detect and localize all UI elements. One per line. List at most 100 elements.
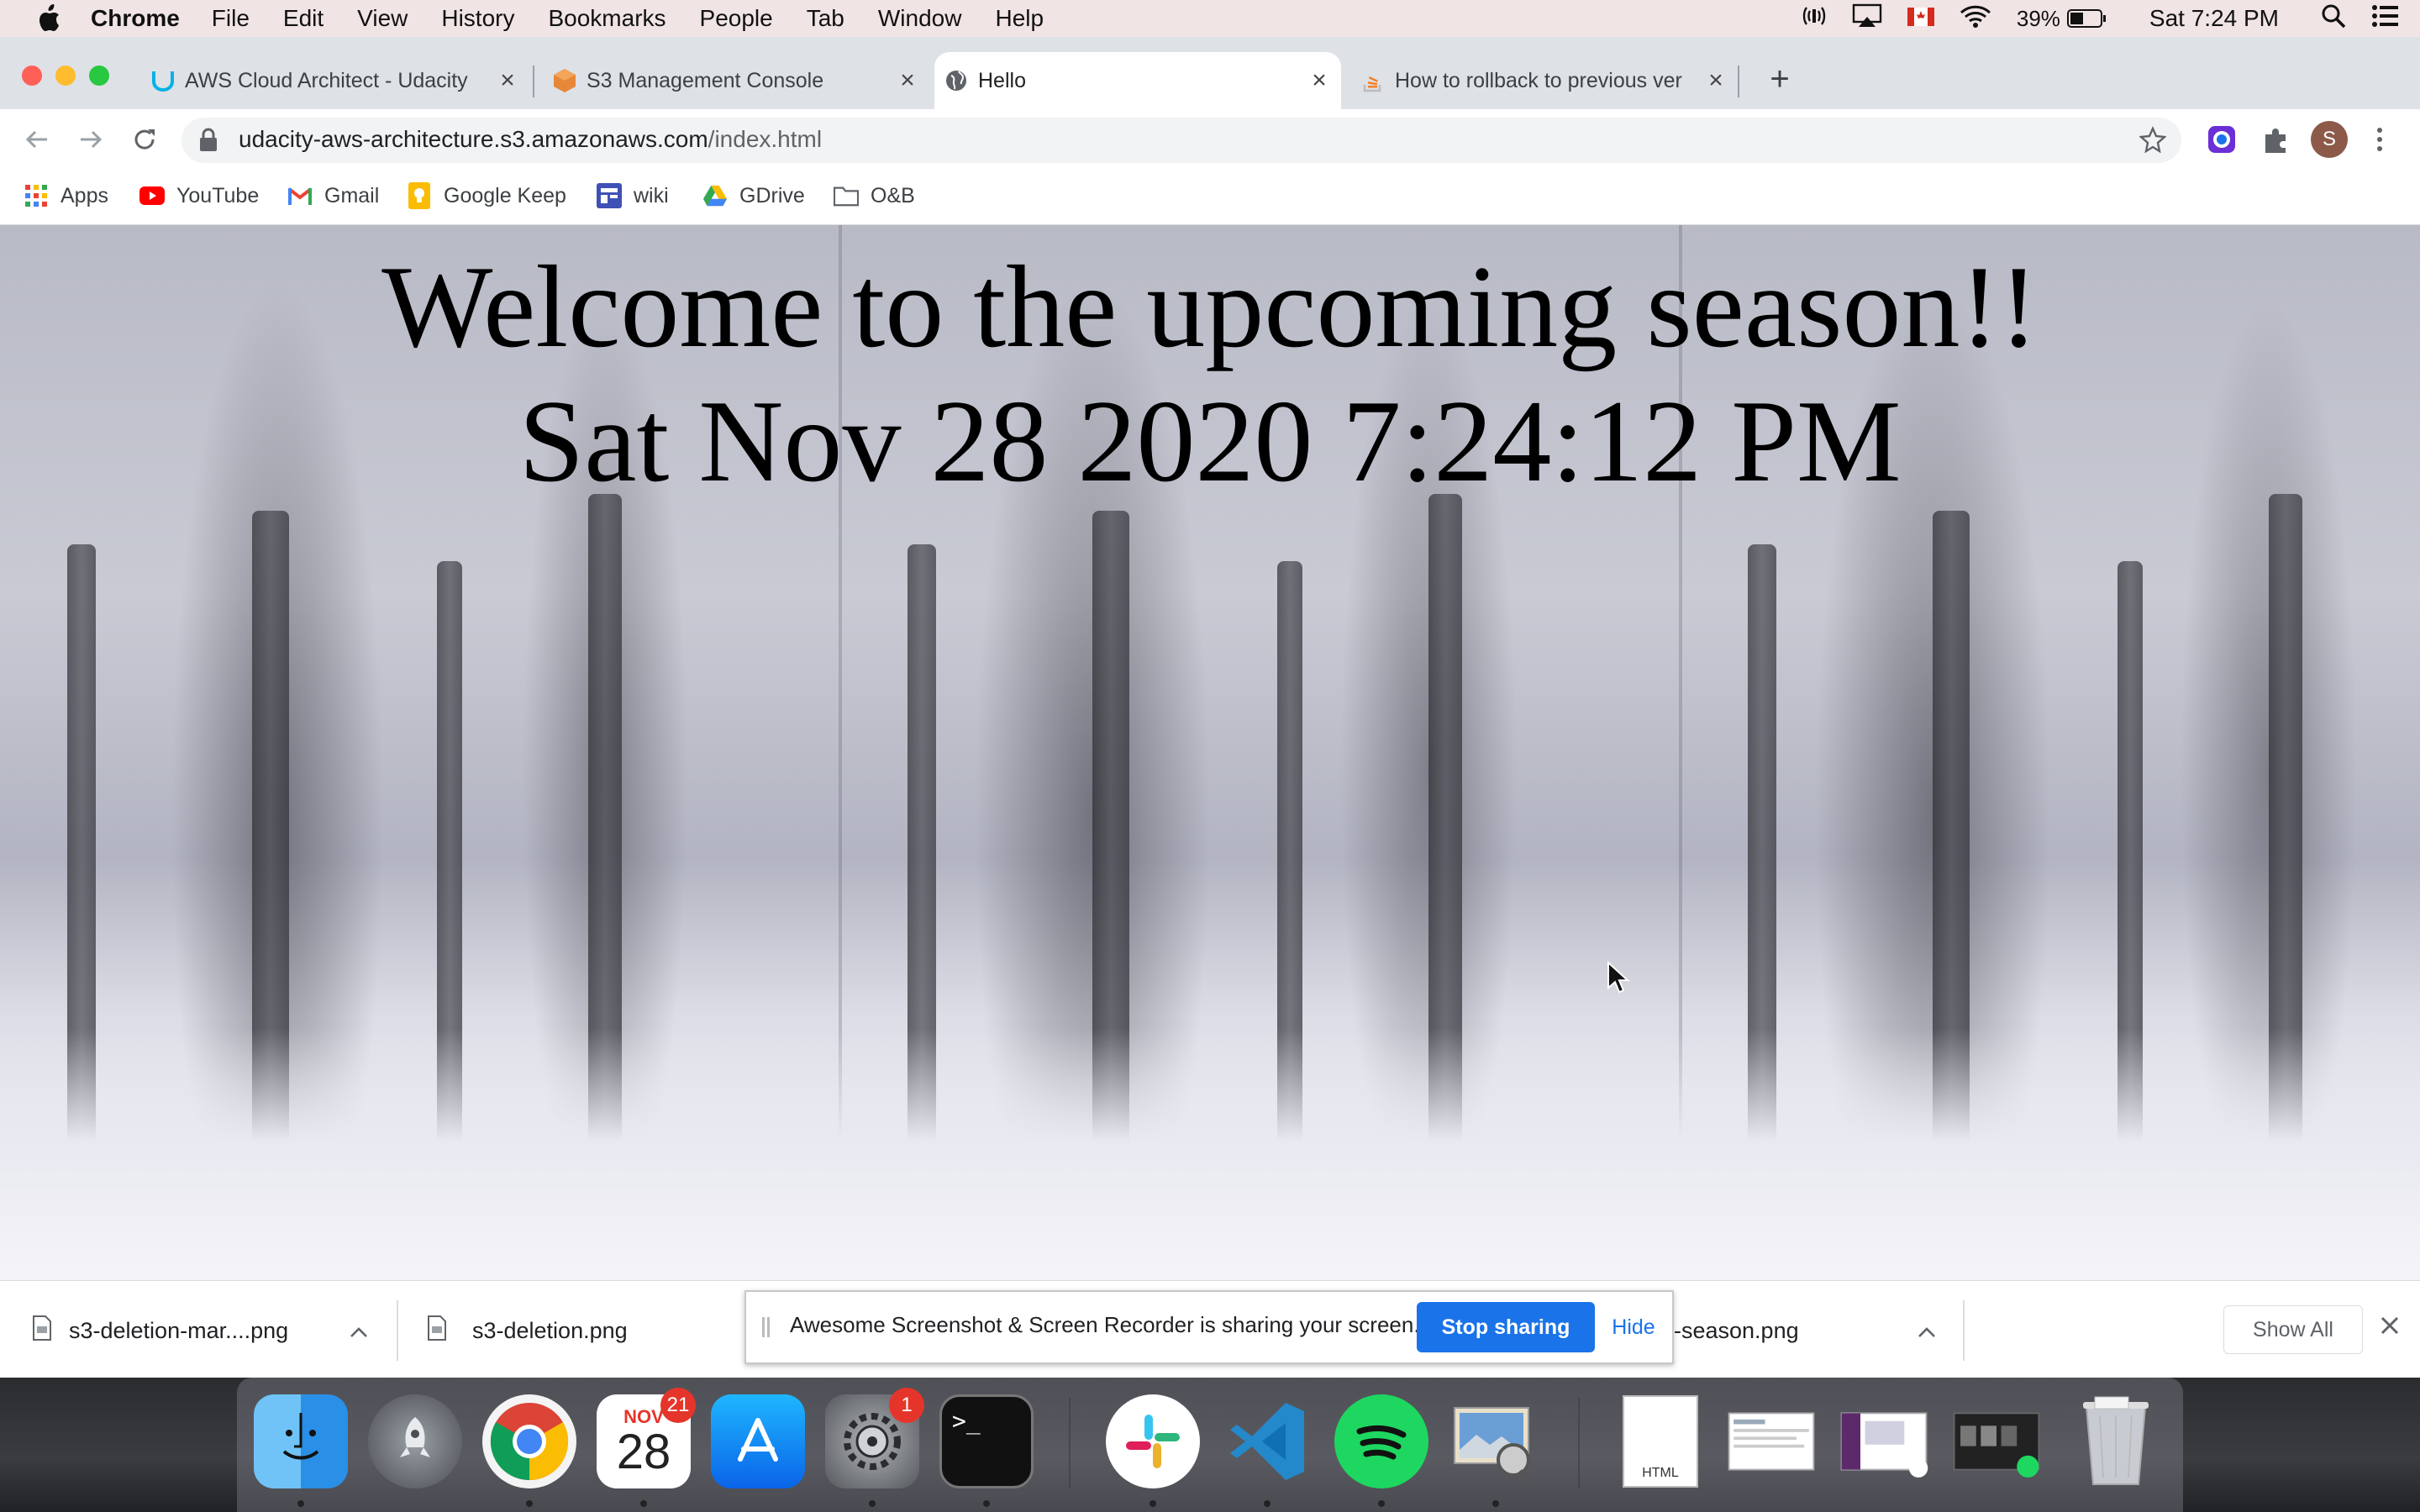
- menu-help[interactable]: Help: [995, 5, 1044, 32]
- menu-file[interactable]: File: [212, 5, 250, 32]
- tab-s3-management-console[interactable]: S3 Management Console ×: [543, 52, 929, 109]
- chevron-up-icon[interactable]: [1918, 1318, 1936, 1344]
- spotify-icon[interactable]: [1334, 1394, 1428, 1488]
- menu-tab[interactable]: Tab: [807, 5, 844, 32]
- menu-people[interactable]: People: [700, 5, 773, 32]
- notification-center-icon[interactable]: [2371, 4, 2400, 34]
- battery-indicator[interactable]: 39%: [2017, 6, 2107, 32]
- page-heading: Welcome to the upcoming season!!: [381, 242, 2039, 372]
- running-indicator: [526, 1500, 533, 1507]
- bookmark-youtube[interactable]: YouTube: [139, 178, 259, 213]
- screenshots-stack-icon[interactable]: [1724, 1394, 1818, 1488]
- extensions-puzzle-icon[interactable]: [2260, 124, 2291, 159]
- calendar-badge: 21: [660, 1388, 696, 1423]
- menu-clock[interactable]: Sat 7:24 PM: [2149, 5, 2279, 32]
- menu-edit[interactable]: Edit: [283, 5, 324, 32]
- slack-icon[interactable]: [1106, 1394, 1200, 1488]
- hide-banner-button[interactable]: Hide: [1610, 1302, 1657, 1352]
- chrome-menu-kebab-icon[interactable]: [2373, 124, 2386, 159]
- reload-icon[interactable]: [129, 124, 160, 159]
- stop-sharing-button[interactable]: Stop sharing: [1417, 1302, 1595, 1352]
- snow-ground: [0, 1028, 2420, 1280]
- download-item[interactable]: s3-deletion.png: [427, 1300, 729, 1361]
- html-file-icon[interactable]: HTML: [1613, 1394, 1707, 1488]
- globe-icon: [943, 67, 970, 94]
- close-download-shelf-icon[interactable]: [2380, 1315, 2400, 1340]
- udacity-icon: [150, 67, 176, 94]
- tab-separator: [1738, 66, 1739, 97]
- screenshot-thumbnail-icon[interactable]: [1837, 1394, 1931, 1488]
- running-indicator: [1264, 1500, 1270, 1507]
- bookmark-folder-ob[interactable]: O&B: [834, 178, 915, 213]
- menu-bookmarks[interactable]: Bookmarks: [548, 5, 666, 32]
- running-indicator: [1150, 1500, 1156, 1507]
- show-all-downloads-button[interactable]: Show All: [2223, 1305, 2363, 1354]
- trash-icon[interactable]: [2069, 1394, 2163, 1488]
- battery-percent: 39%: [2016, 5, 2060, 31]
- back-arrow-icon[interactable]: [22, 124, 52, 159]
- download-separator: [1963, 1300, 1965, 1361]
- tab-hello[interactable]: Hello ×: [934, 52, 1341, 109]
- file-image-icon: [32, 1315, 52, 1347]
- tab-close-icon[interactable]: ×: [497, 66, 518, 94]
- new-tab-plus-icon[interactable]: +: [1763, 60, 1797, 97]
- menu-view[interactable]: View: [357, 5, 408, 32]
- calendar-day: 28: [616, 1425, 671, 1479]
- launchpad-icon[interactable]: [368, 1394, 462, 1488]
- preview-icon[interactable]: [1449, 1394, 1543, 1488]
- running-indicator: [983, 1500, 990, 1507]
- youtube-icon: [139, 183, 165, 208]
- tab-label: S3 Management Console: [587, 68, 824, 92]
- chrome-icon[interactable]: [482, 1394, 576, 1488]
- broadcast-icon[interactable]: [1802, 4, 1827, 34]
- lock-icon[interactable]: [198, 128, 218, 157]
- bookmark-gmail[interactable]: Gmail: [287, 178, 379, 213]
- app-store-icon[interactable]: [711, 1394, 805, 1488]
- bookmark-label: GDrive: [739, 183, 805, 207]
- window-minimize-button[interactable]: [55, 66, 76, 86]
- forward-arrow-icon[interactable]: [76, 124, 106, 159]
- bookmark-apps[interactable]: Apps: [24, 178, 108, 213]
- screen-recorder-extension-icon[interactable]: [2207, 124, 2237, 159]
- canada-flag-icon[interactable]: [1907, 5, 1934, 32]
- apple-icon[interactable]: [32, 2, 66, 35]
- address-url[interactable]: udacity-aws-architecture.s3.amazonaws.co…: [239, 126, 822, 153]
- spotlight-search-icon[interactable]: [2321, 3, 2346, 34]
- system-preferences-badge: 1: [889, 1388, 924, 1423]
- menu-history[interactable]: History: [441, 5, 514, 32]
- tab-close-icon[interactable]: ×: [1309, 66, 1329, 94]
- chevron-up-icon[interactable]: [350, 1318, 368, 1344]
- window-close-button[interactable]: [22, 66, 42, 86]
- dock-separator: [1578, 1398, 1580, 1488]
- airplay-icon[interactable]: [1852, 3, 1882, 34]
- apps-grid-icon: [24, 183, 49, 208]
- vscode-icon[interactable]: [1220, 1394, 1314, 1488]
- bookmark-star-icon[interactable]: [2139, 126, 2167, 157]
- tab-how-to-rollback[interactable]: How to rollback to previous ver ×: [1351, 52, 1736, 109]
- menu-window[interactable]: Window: [878, 5, 962, 32]
- window-maximize-button[interactable]: [89, 66, 109, 86]
- drag-handle-icon[interactable]: [761, 1315, 771, 1343]
- download-filename: -season.png: [1674, 1317, 1799, 1343]
- mouse-cursor-icon: [1607, 960, 1630, 999]
- tab-close-icon[interactable]: ×: [897, 66, 918, 94]
- download-item[interactable]: -season.png: [1674, 1300, 1951, 1361]
- bookmark-wiki[interactable]: wiki: [597, 178, 669, 213]
- running-indicator: [1378, 1500, 1385, 1507]
- tab-close-icon[interactable]: ×: [1706, 66, 1726, 94]
- wifi-icon[interactable]: [1960, 4, 1991, 34]
- bookmark-gdrive[interactable]: GDrive: [702, 178, 805, 213]
- battery-icon: [2066, 9, 2106, 28]
- terminal-icon[interactable]: >_: [939, 1394, 1034, 1488]
- finder-icon[interactable]: [254, 1394, 348, 1488]
- menu-app-name[interactable]: Chrome: [91, 5, 180, 32]
- profile-avatar[interactable]: S: [2311, 121, 2348, 158]
- bookmark-label: YouTube: [176, 183, 260, 207]
- wiki-icon: [597, 183, 622, 208]
- google-drive-icon: [702, 183, 728, 208]
- bookmark-google-keep[interactable]: Google Keep: [407, 178, 566, 213]
- downloads-stack-icon[interactable]: [1949, 1394, 2044, 1488]
- page-datetime: Sat Nov 28 2020 7:24:12 PM: [518, 376, 1902, 507]
- tab-aws-cloud-architect[interactable]: AWS Cloud Architect - Udacity ×: [141, 52, 529, 109]
- download-item[interactable]: s3-deletion-mar....png: [32, 1300, 368, 1361]
